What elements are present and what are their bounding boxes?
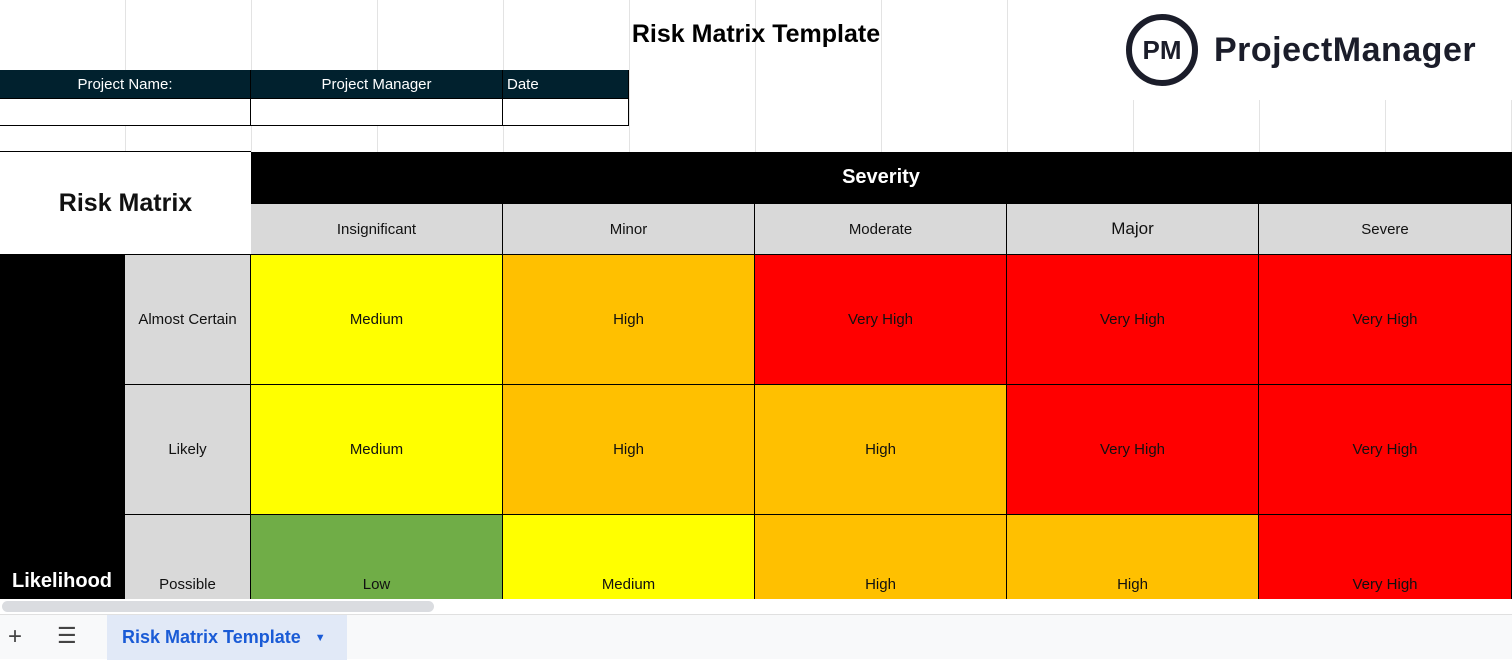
risk-cell[interactable]: Medium [503, 515, 755, 599]
risk-cell[interactable]: High [755, 515, 1007, 599]
tab-label: Risk Matrix Template [122, 627, 301, 647]
severity-header: Severity [251, 152, 1512, 204]
sheet-tab-bar: + ☰ Risk Matrix Template ▼ [0, 614, 1512, 660]
severity-major: Major [1007, 204, 1259, 255]
logo-mark: PM [1126, 14, 1198, 86]
likelihood-header: Likelihood [0, 255, 125, 599]
risk-cell[interactable]: Medium [251, 255, 503, 385]
risk-cell[interactable]: Very High [755, 255, 1007, 385]
scrollbar-thumb[interactable] [2, 601, 434, 612]
date-input[interactable] [503, 99, 629, 126]
logo-text: ProjectManager [1214, 30, 1477, 69]
risk-cell[interactable]: Very High [1007, 385, 1259, 515]
likelihood-possible: Possible [125, 515, 251, 599]
project-name-input[interactable] [0, 99, 251, 126]
risk-cell[interactable]: Medium [251, 385, 503, 515]
tab-risk-matrix-template[interactable]: Risk Matrix Template ▼ [107, 615, 347, 660]
project-name-label: Project Name: [0, 70, 251, 99]
plus-icon[interactable]: + [8, 623, 22, 651]
risk-cell[interactable]: High [755, 385, 1007, 515]
risk-cell[interactable]: High [503, 255, 755, 385]
project-manager-input[interactable] [251, 99, 503, 126]
severity-severe: Severe [1259, 204, 1512, 255]
project-manager-label: Project Manager [251, 70, 503, 99]
risk-cell[interactable]: High [503, 385, 755, 515]
matrix-title: Risk Matrix [0, 152, 251, 255]
severity-moderate: Moderate [755, 204, 1007, 255]
likelihood-almost-certain: Almost Certain [125, 255, 251, 385]
risk-cell[interactable]: Very High [1259, 255, 1512, 385]
date-label: Date [503, 70, 629, 99]
risk-cell[interactable]: Low [251, 515, 503, 599]
risk-cell[interactable]: Very High [1007, 255, 1259, 385]
severity-minor: Minor [503, 204, 755, 255]
caret-down-icon[interactable]: ▼ [315, 632, 326, 644]
likelihood-likely: Likely [125, 385, 251, 515]
menu-icon[interactable]: ☰ [57, 623, 77, 649]
severity-insignificant: Insignificant [251, 204, 503, 255]
risk-cell[interactable]: Very High [1259, 385, 1512, 515]
risk-cell[interactable]: Very High [1259, 515, 1512, 599]
risk-cell[interactable]: High [1007, 515, 1259, 599]
logo: PM ProjectManager [1106, 0, 1512, 100]
